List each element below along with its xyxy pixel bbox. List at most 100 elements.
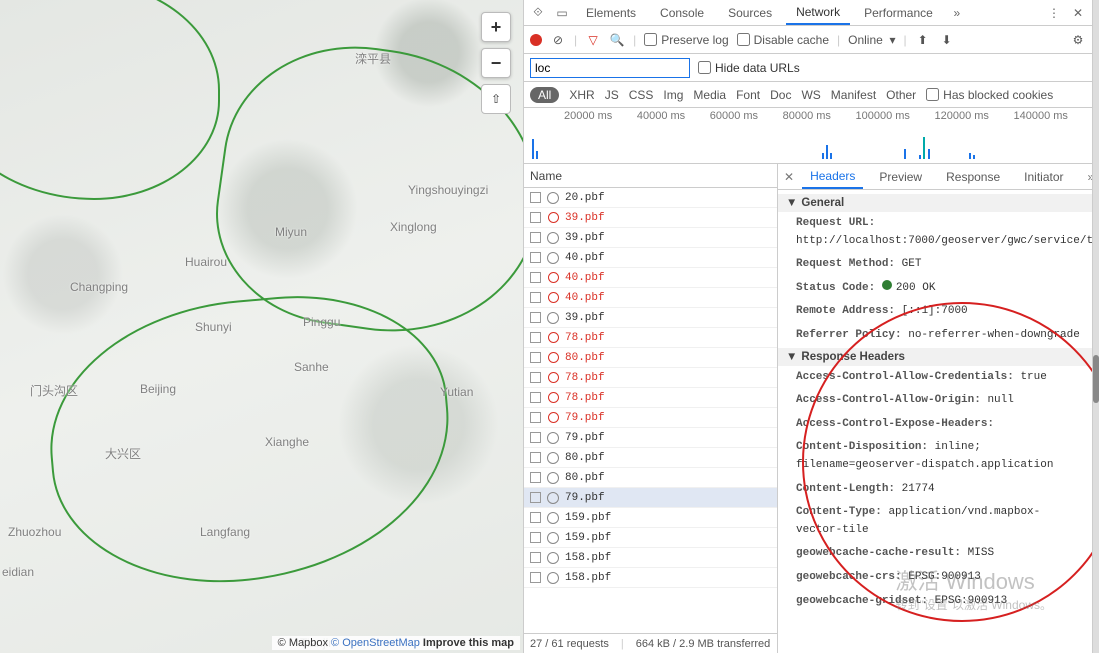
scroll-thumb[interactable] [1093, 355, 1099, 403]
menu-icon[interactable]: ⋮ [1044, 6, 1064, 20]
response-headers-section[interactable]: ▼ Response Headers [778, 348, 1092, 366]
row-checkbox[interactable] [530, 312, 541, 323]
request-row[interactable]: 79.pbf [524, 428, 777, 448]
upload-har-icon[interactable]: ⬆ [915, 33, 931, 47]
tab-elements[interactable]: Elements [576, 2, 646, 24]
tab-performance[interactable]: Performance [854, 2, 943, 24]
filter-ws[interactable]: WS [801, 88, 820, 102]
request-row[interactable]: 39.pbf [524, 208, 777, 228]
request-row[interactable]: 40.pbf [524, 288, 777, 308]
request-row[interactable]: 40.pbf [524, 268, 777, 288]
row-checkbox[interactable] [530, 452, 541, 463]
filter-xhr[interactable]: XHR [569, 88, 594, 102]
request-row[interactable]: 78.pbf [524, 368, 777, 388]
filter-doc[interactable]: Doc [770, 88, 791, 102]
row-checkbox[interactable] [530, 532, 541, 543]
map-place-label: Yingshouyingzi [408, 183, 488, 197]
request-row[interactable]: 78.pbf [524, 388, 777, 408]
request-summary: 27 / 61 requests|664 kB / 2.9 MB transfe… [524, 633, 777, 653]
row-checkbox[interactable] [530, 272, 541, 283]
request-row[interactable]: 79.pbf [524, 408, 777, 428]
request-row[interactable]: 80.pbf [524, 468, 777, 488]
zoom-in-button[interactable]: + [481, 12, 511, 42]
row-checkbox[interactable] [530, 352, 541, 363]
request-list[interactable]: 20.pbf39.pbf39.pbf40.pbf40.pbf40.pbf39.p… [524, 188, 777, 633]
clear-icon[interactable]: ⊘ [550, 33, 566, 47]
disable-cache-checkbox[interactable]: Disable cache [737, 33, 829, 47]
tab-headers[interactable]: Headers [802, 165, 863, 189]
filter-manifest[interactable]: Manifest [831, 88, 876, 102]
request-row[interactable]: 80.pbf [524, 448, 777, 468]
row-checkbox[interactable] [530, 492, 541, 503]
request-row[interactable]: 79.pbf [524, 488, 777, 508]
zoom-out-button[interactable]: − [481, 48, 511, 78]
blocked-cookies-checkbox[interactable]: Has blocked cookies [926, 88, 1053, 102]
tab-network[interactable]: Network [786, 1, 850, 25]
header-gwc-cache-result: geowebcache-cache-result: MISS [778, 542, 1092, 566]
tab-preview[interactable]: Preview [871, 166, 930, 188]
filter-all[interactable]: All [530, 87, 559, 103]
inspect-icon[interactable]: ⟐ [528, 5, 548, 20]
filter-css[interactable]: CSS [629, 88, 654, 102]
row-checkbox[interactable] [530, 392, 541, 403]
compass-button[interactable]: ⇧ [481, 84, 511, 114]
download-har-icon[interactable]: ⬇ [939, 33, 955, 47]
filter-js[interactable]: JS [605, 88, 619, 102]
row-checkbox[interactable] [530, 472, 541, 483]
hide-data-urls-checkbox[interactable]: Hide data URLs [698, 61, 800, 75]
request-row[interactable]: 39.pbf [524, 308, 777, 328]
search-icon[interactable]: 🔍 [609, 33, 625, 47]
header-ac-allow-cred: Access-Control-Allow-Credentials: true [778, 366, 1092, 390]
filter-input[interactable] [530, 58, 690, 78]
map-pane[interactable]: 滦平县YingshouyingziXinglongMiyunHuairouCha… [0, 0, 523, 653]
close-detail-icon[interactable]: ✕ [784, 170, 794, 184]
more-tabs-icon[interactable]: » [947, 6, 967, 20]
tab-response[interactable]: Response [938, 166, 1008, 188]
row-checkbox[interactable] [530, 512, 541, 523]
request-row[interactable]: 40.pbf [524, 248, 777, 268]
request-row[interactable]: 80.pbf [524, 348, 777, 368]
row-checkbox[interactable] [530, 292, 541, 303]
general-section[interactable]: ▼ General [778, 194, 1092, 212]
row-checkbox[interactable] [530, 212, 541, 223]
osm-link[interactable]: © OpenStreetMap [331, 637, 420, 649]
tab-sources[interactable]: Sources [718, 2, 782, 24]
preserve-log-checkbox[interactable]: Preserve log [644, 33, 728, 47]
request-list-column: Name 20.pbf39.pbf39.pbf40.pbf40.pbf40.pb… [524, 164, 778, 653]
row-checkbox[interactable] [530, 232, 541, 243]
filter-other[interactable]: Other [886, 88, 916, 102]
vertical-scrollbar[interactable] [1092, 0, 1099, 653]
timeline[interactable]: 20000 ms40000 ms60000 ms80000 ms100000 m… [524, 108, 1092, 164]
close-devtools-icon[interactable]: ✕ [1068, 6, 1088, 20]
settings-gear-icon[interactable]: ⚙ [1070, 33, 1086, 47]
row-checkbox[interactable] [530, 552, 541, 563]
request-row[interactable]: 158.pbf [524, 548, 777, 568]
request-row[interactable]: 20.pbf [524, 188, 777, 208]
tab-initiator[interactable]: Initiator [1016, 166, 1071, 188]
headers-detail-body[interactable]: ▼ General Request URL: http://localhost:… [778, 190, 1092, 653]
status-icon [547, 352, 559, 364]
request-row[interactable]: 78.pbf [524, 328, 777, 348]
row-checkbox[interactable] [530, 192, 541, 203]
filter-media[interactable]: Media [693, 88, 726, 102]
request-row[interactable]: 39.pbf [524, 228, 777, 248]
request-list-header[interactable]: Name [524, 164, 777, 188]
record-button[interactable] [530, 34, 542, 46]
row-checkbox[interactable] [530, 372, 541, 383]
request-filename: 80.pbf [565, 452, 605, 464]
throttling-select[interactable]: Online ▾ [848, 33, 895, 47]
filter-icon[interactable]: ▽ [585, 33, 601, 47]
filter-img[interactable]: Img [663, 88, 683, 102]
row-checkbox[interactable] [530, 332, 541, 343]
request-row[interactable]: 159.pbf [524, 508, 777, 528]
tab-console[interactable]: Console [650, 2, 714, 24]
row-checkbox[interactable] [530, 432, 541, 443]
filter-font[interactable]: Font [736, 88, 760, 102]
row-checkbox[interactable] [530, 412, 541, 423]
improve-map-link[interactable]: Improve this map [423, 637, 514, 649]
device-icon[interactable]: ▭ [552, 6, 572, 20]
request-row[interactable]: 159.pbf [524, 528, 777, 548]
row-checkbox[interactable] [530, 252, 541, 263]
row-checkbox[interactable] [530, 572, 541, 583]
request-row[interactable]: 158.pbf [524, 568, 777, 588]
